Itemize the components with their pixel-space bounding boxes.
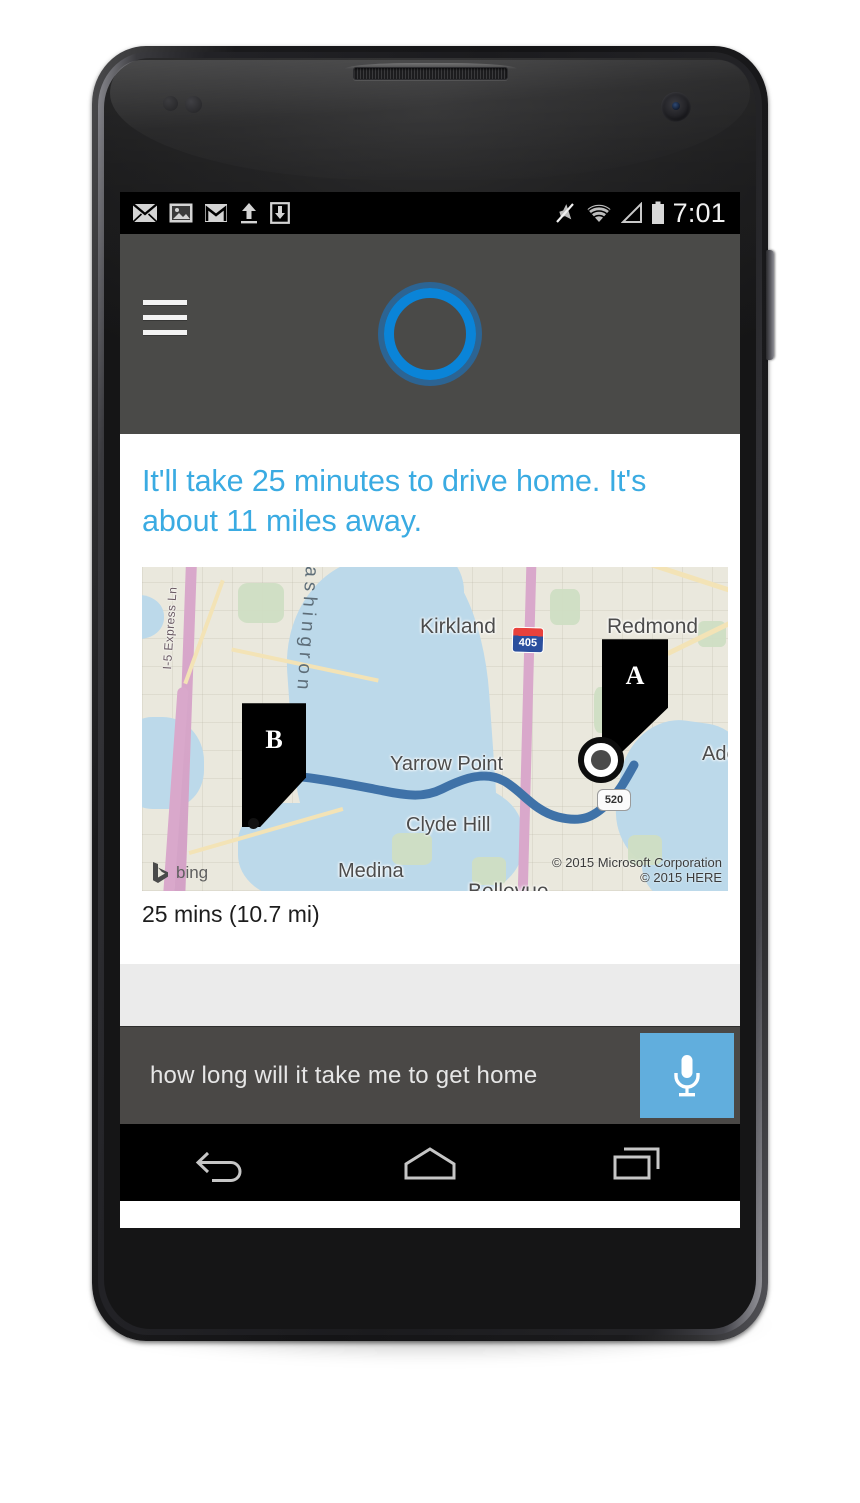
route-map[interactable]: 405 520 Kirkland Redmond Yarrow Point Cl… (142, 567, 728, 892)
map-label-adelmann: Ade (702, 743, 728, 766)
earpiece-speaker (353, 67, 508, 80)
photo-icon (169, 203, 193, 223)
hamburger-bar-1 (143, 300, 187, 305)
map-card[interactable]: 405 520 Kirkland Redmond Yarrow Point Cl… (142, 567, 728, 928)
light-sensor-icon (185, 96, 202, 113)
recent-apps-icon (613, 1147, 660, 1180)
map-label-redmond: Redmond (607, 615, 699, 639)
card-footer-area (120, 964, 740, 1027)
sr520-shield-icon: 520 (597, 789, 631, 812)
battery-icon (651, 201, 664, 224)
home-icon (404, 1147, 456, 1180)
mute-icon (555, 203, 574, 223)
hamburger-bar-3 (143, 330, 187, 335)
gmail-icon (205, 204, 227, 222)
status-bar-system-icons: 7:01 (553, 198, 726, 229)
query-text[interactable]: how long will it take me to get home (120, 1027, 640, 1124)
bing-glyph-icon (153, 862, 168, 884)
map-label-bellevue: Bellevue (468, 880, 549, 891)
i405-shield-icon: 405 (511, 626, 545, 654)
upload-icon (241, 203, 257, 224)
content-bottom-spacer (142, 928, 718, 965)
hamburger-menu-icon[interactable] (143, 298, 187, 338)
map-marker-b-label: B (265, 725, 283, 755)
answer-text: It'll take 25 minutes to drive home. It'… (142, 464, 647, 538)
android-navigation-bar (120, 1124, 740, 1202)
microphone-icon (674, 1054, 700, 1097)
status-bar-notification-icons (132, 202, 290, 224)
wifi-icon (587, 204, 611, 222)
download-icon (270, 202, 290, 224)
back-icon (196, 1151, 242, 1182)
screenshot-root: 7:01 It'll take 25 minutes to drive home… (0, 0, 860, 1503)
nav-home-button[interactable] (385, 1136, 475, 1190)
current-location-icon (578, 737, 624, 784)
power-button[interactable] (766, 250, 774, 360)
assistant-header (120, 234, 740, 434)
hamburger-bar-2 (143, 315, 187, 320)
phone-screen: 7:01 It'll take 25 minutes to drive home… (120, 192, 740, 1228)
map-label-kirkland: Kirkland (420, 615, 496, 639)
map-attribution: © 2015 Microsoft Corporation © 2015 HERE (552, 855, 722, 886)
map-label-yarrow-point: Yarrow Point (390, 753, 504, 776)
map-label-clyde-hill: Clyde Hill (406, 814, 491, 837)
answer-panel: It'll take 25 minutes to drive home. It'… (120, 434, 740, 965)
bing-wordmark: bing (176, 862, 209, 882)
nav-back-button[interactable] (178, 1136, 268, 1190)
proximity-sensor-icon (163, 96, 178, 111)
email-icon (132, 203, 158, 223)
nav-recents-button[interactable] (592, 1136, 682, 1190)
map-label-medina: Medina (338, 860, 404, 883)
status-bar-clock: 7:01 (672, 197, 726, 228)
bing-logo[interactable]: bing (152, 862, 209, 884)
map-credit-here: © 2015 HERE (640, 869, 722, 885)
map-credit-microsoft: © 2015 Microsoft Corporation (552, 854, 722, 870)
front-camera-icon (661, 92, 691, 122)
microphone-button[interactable] (640, 1033, 734, 1119)
cell-signal-icon (620, 202, 642, 223)
cortana-ring-icon[interactable] (378, 282, 482, 386)
query-input-bar[interactable]: how long will it take me to get home (120, 1026, 740, 1125)
status-bar: 7:01 (120, 192, 740, 234)
route-duration-distance: 25 mins (10.7 mi) (142, 901, 320, 928)
map-marker-a-label: A (625, 661, 645, 691)
